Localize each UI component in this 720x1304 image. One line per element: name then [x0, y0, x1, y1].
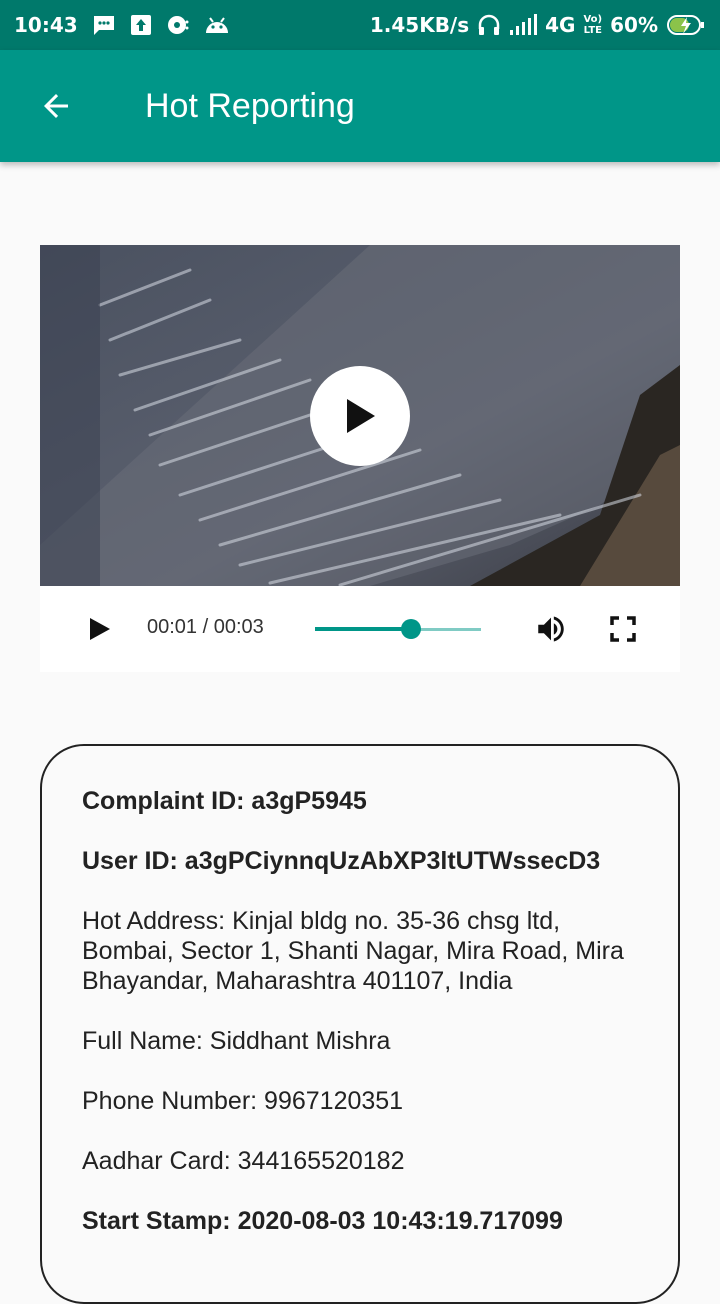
headset-icon	[477, 13, 501, 37]
volume-icon[interactable]	[533, 612, 569, 646]
network-speed: 1.45KB/s	[369, 13, 470, 37]
battery-charging-icon	[666, 13, 706, 37]
seek-thumb[interactable]	[401, 619, 422, 639]
app-bar: Hot Reporting	[0, 50, 720, 162]
battery-percent: 60%	[610, 13, 658, 37]
time-display: 00:01 / 00:03	[147, 616, 264, 639]
arrow-back-icon	[44, 94, 68, 118]
hot-address: Hot Address: Kinjal bldg no. 35-36 chsg …	[82, 907, 624, 995]
upload-icon	[130, 14, 152, 36]
play-overlay-button[interactable]	[310, 366, 410, 466]
status-time: 10:43	[14, 13, 78, 37]
android-icon	[204, 15, 230, 35]
media-icon	[166, 14, 190, 36]
page-title: Hot Reporting	[145, 86, 355, 125]
message-icon	[92, 14, 116, 36]
current-time: 00:01	[147, 616, 198, 638]
back-button[interactable]	[0, 50, 112, 162]
video-controls: 00:01 / 00:03	[40, 586, 680, 672]
full-name: Full Name: Siddhant Mishra	[82, 1027, 391, 1055]
seek-progress	[315, 627, 412, 631]
play-icon	[347, 399, 375, 433]
signal-icon	[509, 14, 538, 36]
fullscreen-icon[interactable]	[610, 616, 636, 642]
time-separator: /	[197, 616, 214, 638]
complaint-id: Complaint ID: a3gP5945	[82, 787, 367, 815]
phone-number: Phone Number: 9967120351	[82, 1087, 404, 1115]
network-type: 4G	[545, 13, 576, 37]
video-player[interactable]	[40, 245, 680, 586]
duration: 00:03	[213, 616, 264, 638]
start-stamp: Start Stamp: 2020-08-03 10:43:19.717099	[82, 1207, 563, 1235]
volte-top: Vo)	[583, 14, 603, 25]
play-button[interactable]	[84, 614, 114, 644]
aadhar-card: Aadhar Card: 344165520182	[82, 1147, 405, 1175]
status-bar: 10:43 1.45KB/s 4G Vo) LTE 60%	[0, 0, 720, 50]
complaint-details-card: Complaint ID: a3gP5945 User ID: a3gPCiyn…	[40, 744, 680, 1304]
volte-bottom: LTE	[583, 25, 602, 36]
user-id: User ID: a3gPCiynnqUzAbXP3ltUTWssecD3	[82, 847, 601, 875]
seek-slider[interactable]	[315, 619, 481, 639]
volte-indicator: Vo) LTE	[583, 14, 602, 36]
